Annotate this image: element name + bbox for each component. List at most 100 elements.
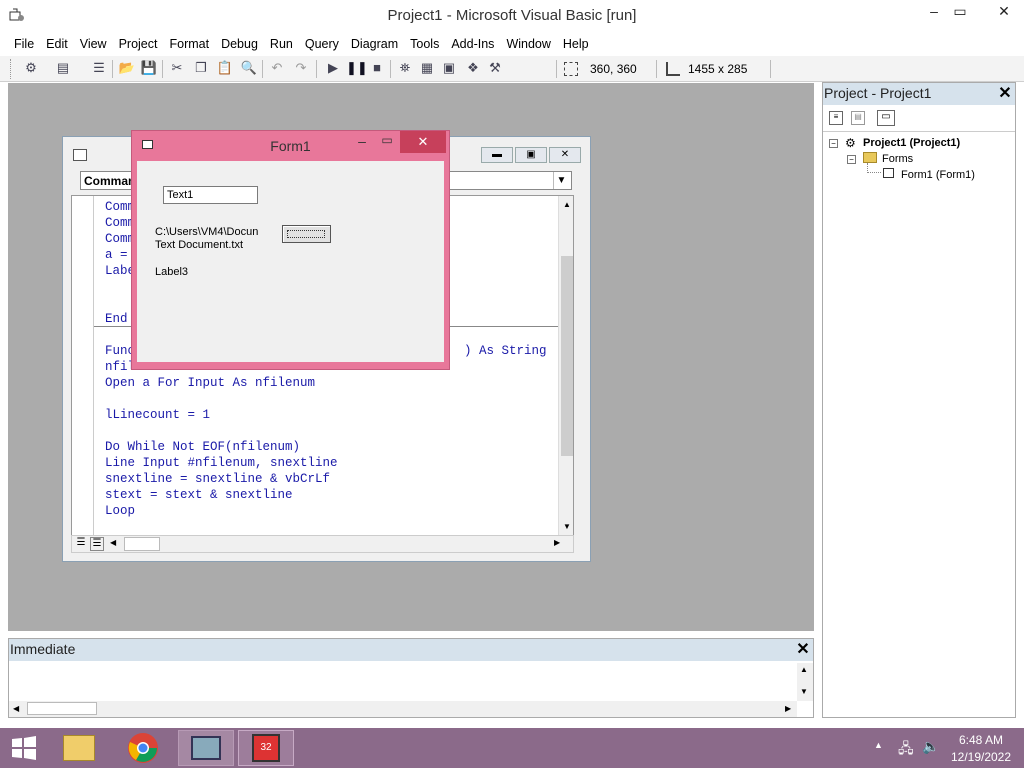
title-bar: Project1 - Microsoft Visual Basic [run] … [0, 0, 1024, 32]
tree-form-item[interactable]: Form1 (Form1) [901, 169, 975, 181]
paste-icon[interactable]: 📋 [216, 59, 234, 77]
form1-minimize-button[interactable]: – [350, 133, 374, 153]
add-project-icon[interactable]: ⚙ [22, 59, 40, 77]
folder-icon [863, 152, 877, 163]
command-button[interactable] [282, 225, 331, 243]
code-line: stext = stext & snextline [105, 488, 293, 502]
find-icon[interactable]: 🔍 [240, 59, 258, 77]
menu-project[interactable]: Project [113, 34, 164, 54]
add-form-icon[interactable]: ▤ [54, 59, 72, 77]
scroll-left-icon[interactable]: ◀ [110, 538, 116, 547]
menu-edit[interactable]: Edit [40, 34, 74, 54]
menu-query[interactable]: Query [299, 34, 345, 54]
menu-help[interactable]: Help [557, 34, 595, 54]
view-code-icon[interactable]: ≡ [829, 111, 843, 125]
procedure-view-icon[interactable]: ☰ [74, 537, 88, 551]
clock-time[interactable]: 6:48 AM [950, 733, 1012, 747]
toolbox-icon[interactable]: ⚒ [486, 59, 504, 77]
menu-diagram[interactable]: Diagram [345, 34, 404, 54]
form1-close-button[interactable]: ✕ [400, 131, 446, 153]
scroll-thumb[interactable] [561, 256, 573, 456]
chrome-icon [128, 733, 158, 763]
close-button[interactable]: ✕ [985, 0, 1023, 24]
menu-window[interactable]: Window [500, 34, 556, 54]
end-icon[interactable]: ■ [368, 59, 386, 77]
project-explorer-title: Project - Project1 [824, 85, 932, 101]
tree-collapse-icon[interactable]: − [829, 139, 838, 148]
hscroll-thumb[interactable] [124, 537, 160, 551]
immediate-hscrollbar[interactable]: ◀ ▶ [9, 701, 797, 717]
undo-icon[interactable]: ↶ [268, 59, 286, 77]
menu-format[interactable]: Format [163, 34, 215, 54]
maximize-button[interactable]: ▭ [944, 0, 976, 24]
volume-icon[interactable]: 🔈 [922, 738, 939, 755]
window-title: Project1 - Microsoft Visual Basic [run] [387, 7, 637, 24]
form-layout-icon[interactable]: ▣ [440, 59, 458, 77]
vb6-taskbar-button[interactable]: 32 [238, 730, 294, 766]
scroll-right-icon[interactable]: ▶ [554, 538, 560, 547]
scroll-up-icon[interactable]: ▲ [800, 665, 808, 674]
project-explorer[interactable]: Project - Project1 ✕ ≡ ▤ ▭ − ⚙ Project1 … [822, 82, 1016, 718]
size-icon [666, 62, 680, 76]
form1-window[interactable]: Form1 – ▭ ✕ Text1 C:\Users\VM4\Docun Tex… [131, 130, 450, 370]
code-line: ) As String [464, 344, 547, 358]
show-hidden-icons[interactable]: ▲ [874, 740, 883, 750]
menu-debug[interactable]: Debug [215, 34, 264, 54]
procedure-dropdown-icon[interactable]: ▼ [553, 172, 569, 189]
project-explorer-icon[interactable]: ⛯ [396, 59, 414, 77]
tree-folder-forms[interactable]: Forms [882, 153, 913, 165]
code-close-button[interactable]: ✕ [549, 147, 581, 163]
horizontal-scrollbar[interactable]: ☰ ☰ ◀ ▶ [71, 535, 574, 553]
start-button[interactable] [0, 728, 48, 768]
full-module-view-icon[interactable]: ☰ [90, 537, 104, 551]
text1-textbox[interactable]: Text1 [163, 186, 258, 204]
view-object-icon[interactable]: ▤ [851, 111, 865, 125]
chrome-taskbar-button[interactable] [116, 730, 170, 766]
clock-date[interactable]: 12/19/2022 [946, 750, 1016, 764]
scroll-left-icon[interactable]: ◀ [13, 704, 19, 713]
immediate-header [9, 639, 813, 661]
break-icon[interactable]: ❚❚ [346, 59, 368, 77]
scroll-down-icon[interactable]: ▼ [800, 687, 808, 696]
immediate-close-button[interactable]: ✕ [793, 640, 813, 660]
open-icon[interactable]: 📂 [118, 59, 136, 77]
scroll-up-icon[interactable]: ▲ [561, 200, 573, 214]
menu-file[interactable]: File [8, 34, 40, 54]
scroll-right-icon[interactable]: ▶ [785, 704, 791, 713]
save-icon[interactable]: 💾 [140, 59, 158, 77]
network-icon[interactable]: 🖧 [898, 738, 914, 762]
code-minimize-button[interactable]: ▬ [481, 147, 513, 163]
vertical-scrollbar[interactable]: ▲ ▼ [558, 196, 573, 538]
scroll-down-icon[interactable]: ▼ [561, 522, 573, 536]
toolbar-separator [556, 60, 557, 78]
copy-icon[interactable]: ❐ [192, 59, 210, 77]
network-app-taskbar-button[interactable] [178, 730, 234, 766]
file-explorer-taskbar-button[interactable] [52, 730, 106, 766]
menu-editor-icon[interactable]: ☰ [90, 59, 108, 77]
redo-icon[interactable]: ↷ [292, 59, 310, 77]
properties-icon[interactable]: ▦ [418, 59, 436, 77]
size-readout: 1455 x 285 [688, 62, 748, 76]
immediate-vscrollbar[interactable]: ▲ ▼ [797, 663, 813, 701]
toggle-folders-icon[interactable]: ▭ [877, 110, 895, 126]
start-icon[interactable]: ▶ [324, 59, 342, 77]
position-readout: 360, 360 [590, 62, 637, 76]
form1-maximize-button[interactable]: ▭ [375, 133, 399, 153]
menu-run[interactable]: Run [264, 34, 299, 54]
tree-collapse-icon[interactable]: − [847, 155, 856, 164]
project-explorer-close-button[interactable]: ✕ [995, 84, 1015, 104]
code-line: lLinecount = 1 [105, 408, 211, 422]
tree-project-root[interactable]: Project1 (Project1) [863, 137, 960, 149]
menu-tools[interactable]: Tools [404, 34, 445, 54]
menu-add-ins[interactable]: Add-Ins [445, 34, 500, 54]
tree-view [823, 131, 1015, 717]
tree-line [867, 163, 881, 173]
object-browser-icon[interactable]: ❖ [464, 59, 482, 77]
command-button-caption [287, 230, 325, 238]
code-restore-button[interactable]: ▣ [515, 147, 547, 163]
cut-icon[interactable]: ✂ [168, 59, 186, 77]
menu-view[interactable]: View [74, 34, 113, 54]
hscroll-thumb[interactable] [27, 702, 97, 715]
toolbar-separator [262, 60, 263, 78]
immediate-window[interactable]: Immediate ✕ ▲ ▼ ◀ ▶ [8, 638, 814, 718]
